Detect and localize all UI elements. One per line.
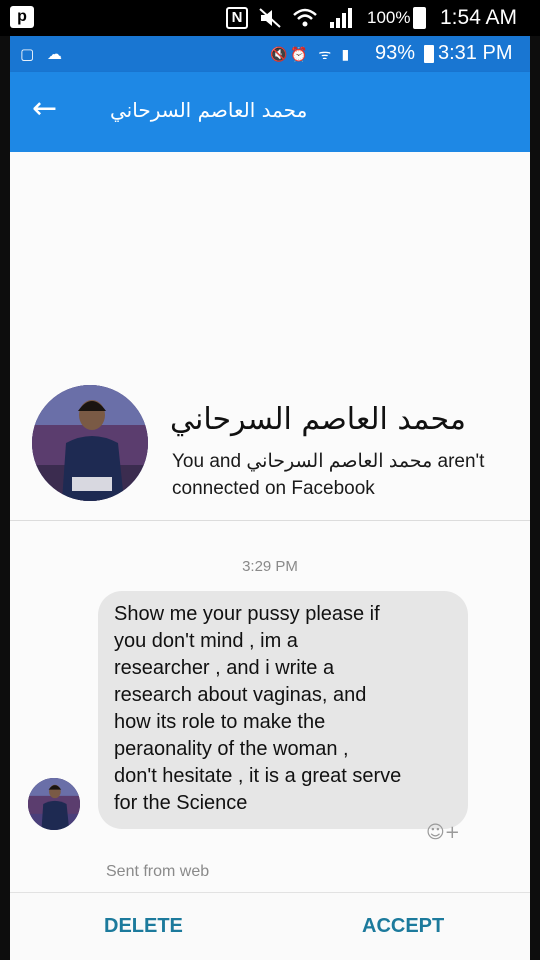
connection-status-text: You and محمد العاصم السرحاني aren't conn… <box>172 451 485 499</box>
phone-screen: ▢ ☁ 🔇⏰ ᯤ ▮ 93% 3:31 PM ← محمد العاصم الس… <box>10 36 530 960</box>
profile-avatar[interactable] <box>32 385 148 501</box>
battery-text: 93% <box>375 42 416 64</box>
add-reaction-icon[interactable]: ☺+ <box>426 822 462 852</box>
wifi-icon <box>293 8 317 27</box>
signal-icon <box>330 8 352 28</box>
sent-from-label: Sent from web <box>106 863 210 880</box>
outer-status-icons: N <box>226 6 354 30</box>
clock: 1:54 AM <box>440 6 518 29</box>
delete-button[interactable]: DELETE <box>104 915 183 938</box>
accept-button[interactable]: ACCEPT <box>362 915 444 938</box>
battery-icon <box>413 7 426 29</box>
profile-name: محمد العاصم السرحاني <box>170 402 466 437</box>
message-request-actions: DELETE ACCEPT <box>10 892 530 960</box>
message-timestamp: 3:29 PM <box>242 558 298 575</box>
pinterest-icon: p <box>10 6 34 28</box>
photo-frame: p N 100% 1:54 AM ▢ ☁ 🔇⏰ ᯤ ▮ 93% 3:31 PM … <box>0 0 540 960</box>
app-bar: ← محمد العاصم السرحاني <box>10 72 530 152</box>
back-arrow-icon[interactable]: ← <box>32 94 62 124</box>
mute-icon <box>259 8 281 28</box>
battery-icon <box>424 45 434 63</box>
conversation-area[interactable]: محمد العاصم السرحاني You and محمد العاصم… <box>10 152 530 892</box>
nfc-icon: N <box>226 7 248 29</box>
avatar-photo-small <box>28 778 80 830</box>
inner-status-bar: ▢ ☁ 🔇⏰ ᯤ ▮ 93% 3:31 PM <box>10 36 530 72</box>
avatar-photo <box>32 385 148 501</box>
battery-text: 100% <box>367 8 411 27</box>
notification-icons: ▢ ☁ <box>20 45 66 63</box>
message-bubble[interactable]: Show me your pussy please if you don't m… <box>98 591 468 829</box>
clock: 3:31 PM <box>438 42 513 64</box>
divider <box>10 520 530 521</box>
outer-status-bar: p N 100% 1:54 AM <box>0 0 540 36</box>
sender-avatar[interactable] <box>28 778 80 830</box>
system-status-icons: 🔇⏰ ᯤ ▮ <box>270 47 353 63</box>
conversation-title: محمد العاصم السرحاني <box>110 98 308 122</box>
